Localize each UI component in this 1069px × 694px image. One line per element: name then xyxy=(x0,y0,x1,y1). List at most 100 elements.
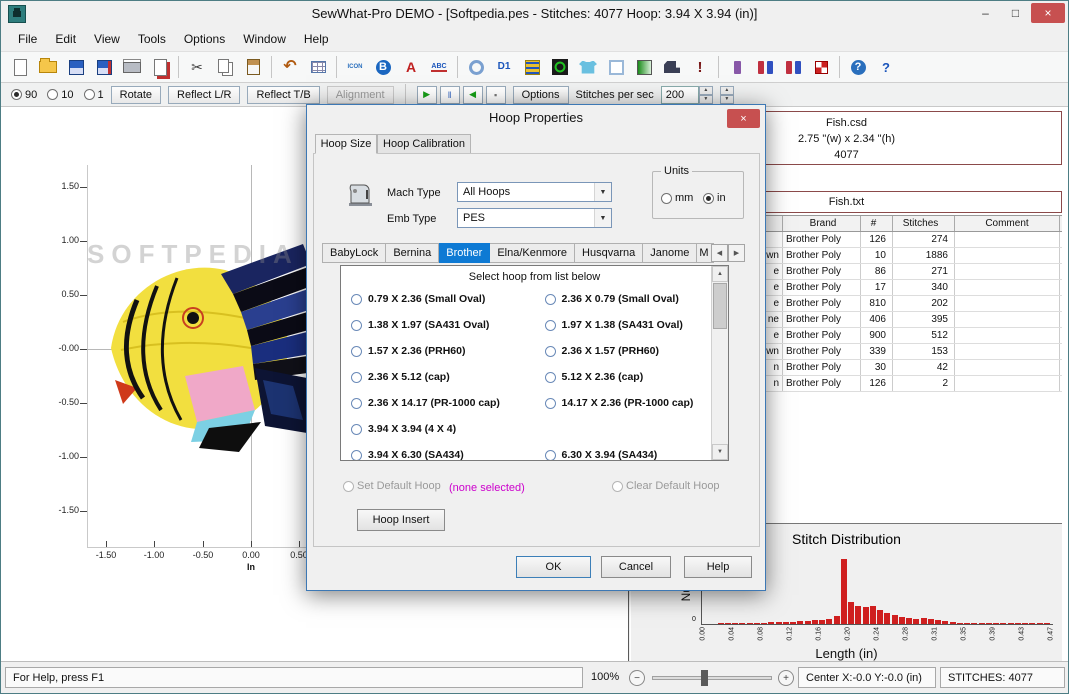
hoop-option[interactable]: 14.17 X 2.36 (PR-1000 cap) xyxy=(535,390,729,416)
combo-arrow-icon[interactable]: ▼ xyxy=(594,183,611,201)
menu-file[interactable]: File xyxy=(9,28,46,50)
scroll-down-icon[interactable]: ▼ xyxy=(712,444,728,460)
mach-type-combo[interactable]: All Hoops ▼ xyxy=(457,182,612,202)
brand-tab-elna-kenmore[interactable]: Elna/Kenmore xyxy=(490,243,576,263)
reflect-tb-button[interactable]: Reflect T/B xyxy=(247,85,320,104)
zoom-out-button[interactable]: − xyxy=(629,670,645,686)
tshirt-icon[interactable] xyxy=(574,54,602,81)
hoop-option[interactable]: 1.97 X 1.38 (SA431 Oval) xyxy=(535,312,729,338)
open-folder-icon[interactable] xyxy=(34,54,62,81)
zoom-slider-track[interactable] xyxy=(652,676,772,680)
maximize-button[interactable]: □ xyxy=(1001,3,1030,23)
menu-edit[interactable]: Edit xyxy=(46,28,85,50)
paste-icon[interactable] xyxy=(239,54,267,81)
stop-button[interactable]: ▪ xyxy=(485,85,506,104)
menu-tools[interactable]: Tools xyxy=(129,28,175,50)
hoop-option[interactable]: 3.94 X 6.30 (SA434) xyxy=(341,442,535,460)
tab-hoop-size[interactable]: Hoop Size xyxy=(315,134,377,154)
zoom-in-button[interactable]: + xyxy=(778,670,794,686)
stitches-per-sec-value[interactable]: 200 xyxy=(660,85,699,104)
rotate-90-radio[interactable]: 90 xyxy=(11,89,37,101)
context-help-icon[interactable]: ? xyxy=(872,54,900,81)
spin-up-icon[interactable]: ▲ xyxy=(719,85,734,95)
spin-down-icon[interactable]: ▼ xyxy=(719,94,734,104)
hoop-option[interactable]: 1.38 X 1.97 (SA431 Oval) xyxy=(341,312,535,338)
spools-pair-icon[interactable] xyxy=(779,54,807,81)
hoop-list-scrollbar[interactable]: ▲ ▼ xyxy=(711,266,728,460)
spools-red-blue-icon[interactable] xyxy=(751,54,779,81)
hoop-option[interactable]: 0.79 X 2.36 (Small Oval) xyxy=(341,286,535,312)
scroll-thumb[interactable] xyxy=(713,283,727,329)
menu-options[interactable]: Options xyxy=(175,28,234,50)
icon-view-icon[interactable]: ICON xyxy=(341,54,369,81)
hoop-option[interactable]: 2.36 X 5.12 (cap) xyxy=(341,364,535,390)
ok-button[interactable]: OK xyxy=(516,556,591,578)
speed-fine-spinner[interactable]: ▲ ▼ xyxy=(719,85,734,104)
hoop-option[interactable]: 2.36 X 14.17 (PR-1000 cap) xyxy=(341,390,535,416)
save-as-icon[interactable] xyxy=(90,54,118,81)
print-preview-icon[interactable] xyxy=(146,54,174,81)
cancel-button[interactable]: Cancel xyxy=(601,556,671,578)
combo-arrow-icon[interactable]: ▼ xyxy=(594,209,611,227)
units-in-radio[interactable]: in xyxy=(703,192,726,204)
menu-help[interactable]: Help xyxy=(295,28,338,50)
design-d1-icon[interactable]: D1 xyxy=(490,54,518,81)
brand-tabs-scroll-left[interactable]: ◀ xyxy=(711,244,728,262)
color-grid-icon[interactable] xyxy=(807,54,835,81)
hoop-option[interactable]: 5.12 X 2.36 (cap) xyxy=(535,364,729,390)
monogram-abc-icon[interactable]: ABC xyxy=(425,54,453,81)
reflect-lr-button[interactable]: Reflect L/R xyxy=(168,85,241,104)
hoop-option[interactable]: 6.30 X 3.94 (SA434) xyxy=(535,442,729,460)
print-icon[interactable] xyxy=(118,54,146,81)
save-icon[interactable] xyxy=(62,54,90,81)
pause-button[interactable]: ‖ xyxy=(439,85,460,104)
hoop-insert-button[interactable]: Hoop Insert xyxy=(357,509,445,531)
hoop-option[interactable]: 2.36 X 1.57 (PRH60) xyxy=(535,338,729,364)
lettering-a-icon[interactable]: A xyxy=(397,54,425,81)
rotate-button[interactable]: Rotate xyxy=(110,85,162,104)
tab-hoop-calibration[interactable]: Hoop Calibration xyxy=(377,134,471,154)
help-button[interactable]: Help xyxy=(684,556,752,578)
close-button[interactable]: × xyxy=(1031,3,1065,23)
spool-icon[interactable] xyxy=(723,54,751,81)
exclamation-icon[interactable]: ! xyxy=(686,54,714,81)
rotate-1-radio[interactable]: 1 xyxy=(83,89,104,101)
merge-grid-icon[interactable] xyxy=(304,54,332,81)
brand-tab-janome[interactable]: Janome xyxy=(643,243,698,263)
units-mm-radio[interactable]: mm xyxy=(661,192,693,204)
undo-icon[interactable]: ↶ xyxy=(276,54,304,81)
rotate-10-radio[interactable]: 10 xyxy=(47,89,74,101)
scroll-up-icon[interactable]: ▲ xyxy=(712,266,728,282)
spin-down-icon[interactable]: ▼ xyxy=(698,94,713,104)
frame-icon[interactable] xyxy=(602,54,630,81)
options-button[interactable]: Options xyxy=(512,85,569,104)
menu-view[interactable]: View xyxy=(85,28,129,50)
dialog-close-button[interactable]: × xyxy=(727,109,760,128)
zoom-slider-handle[interactable] xyxy=(701,670,708,686)
thread-palette-icon[interactable] xyxy=(518,54,546,81)
brand-tab-brother[interactable]: Brother xyxy=(439,243,491,263)
brand-tab-babylock[interactable]: BabyLock xyxy=(322,243,387,263)
stitches-per-sec-spinner[interactable]: 200 ▲ ▼ xyxy=(660,85,713,104)
menu-window[interactable]: Window xyxy=(234,28,295,50)
emb-type-combo[interactable]: PES ▼ xyxy=(457,208,612,228)
hoop-option[interactable]: 1.57 X 2.36 (PRH60) xyxy=(341,338,535,364)
minimize-button[interactable]: – xyxy=(971,3,1000,23)
hoop-option[interactable]: 2.36 X 0.79 (Small Oval) xyxy=(535,286,729,312)
table-header-#[interactable]: # xyxy=(861,216,893,231)
brand-tab-bernina[interactable]: Bernina xyxy=(386,243,440,263)
new-document-icon[interactable] xyxy=(6,54,34,81)
table-header-Stitches[interactable]: Stitches xyxy=(893,216,955,231)
hoop-icon[interactable] xyxy=(462,54,490,81)
table-header-Comment[interactable]: Comment xyxy=(955,216,1060,231)
brand-tabs-scroll-right[interactable]: ▶ xyxy=(728,244,745,262)
brand-tab-husqvarna[interactable]: Husqvarna xyxy=(575,243,644,263)
rewind-button[interactable]: ◀ xyxy=(462,85,483,104)
table-header-Brand[interactable]: Brand xyxy=(783,216,861,231)
help-icon[interactable]: ? xyxy=(844,54,872,81)
power-icon[interactable] xyxy=(546,54,574,81)
cut-icon[interactable]: ✂ xyxy=(183,54,211,81)
density-icon[interactable] xyxy=(630,54,658,81)
hoop-option[interactable]: 3.94 X 3.94 (4 X 4) xyxy=(341,416,535,442)
play-button[interactable]: ▶ xyxy=(416,85,437,104)
